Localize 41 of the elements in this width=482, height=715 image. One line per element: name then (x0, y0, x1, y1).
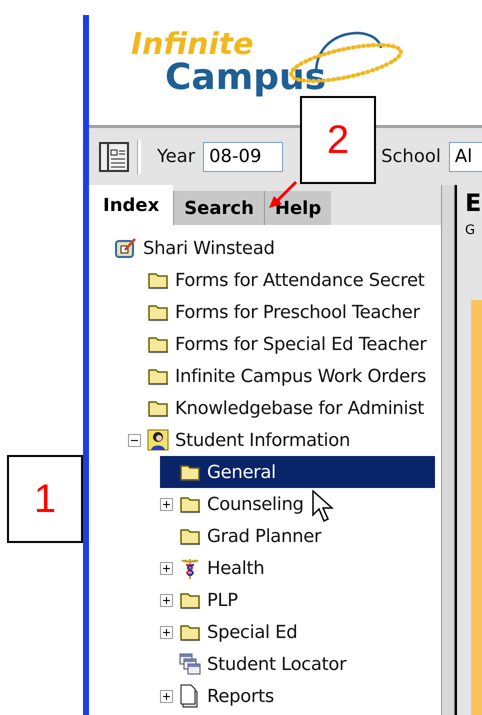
tree-item[interactable]: Infinite Campus Work Orders (128, 360, 441, 392)
card-icon[interactable] (99, 142, 129, 172)
tree-item[interactable]: Counseling (160, 488, 441, 520)
expand-icon[interactable] (160, 690, 173, 702)
collapse-icon[interactable] (128, 434, 141, 446)
school-field[interactable]: Al (448, 142, 482, 172)
tree-item[interactable]: Forms for Preschool Teacher (128, 296, 441, 328)
person-icon (147, 429, 169, 451)
pane-heading: E (465, 189, 482, 217)
tree-item[interactable]: General (160, 456, 435, 488)
expand-icon[interactable] (160, 562, 173, 574)
year-label: Year (157, 146, 196, 167)
tree-item[interactable]: Student Locator (160, 648, 441, 680)
expand-icon[interactable] (160, 498, 173, 510)
tab[interactable]: Search (173, 191, 264, 225)
tree-item[interactable]: Shari Winstead (96, 232, 441, 264)
tree-item[interactable]: Health (160, 552, 441, 584)
logo-text: Infinite (131, 30, 254, 60)
school-label: School (381, 146, 441, 167)
callout-label: 1 (7, 455, 83, 543)
tree-item[interactable]: Forms for Special Ed Teacher (128, 328, 441, 360)
notepad-icon (115, 237, 137, 259)
tab[interactable]: Index (89, 185, 174, 225)
expand-icon[interactable] (160, 594, 173, 606)
tree-item[interactable]: Student Information (128, 424, 441, 456)
caduceus-icon (179, 556, 201, 580)
callout-label: 2 (300, 96, 376, 184)
tree-item[interactable]: Knowledgebase for Administ (128, 392, 441, 424)
tab[interactable]: Help (264, 191, 332, 225)
mouse-cursor-icon (312, 490, 334, 524)
tree-item[interactable]: Special Ed (160, 616, 441, 648)
year-field[interactable]: 08-09 (203, 142, 284, 172)
windows-icon (179, 653, 201, 675)
logo-text: Campus (165, 60, 326, 96)
tree-item[interactable]: PLP (160, 584, 441, 616)
tree-item[interactable]: Grad Planner (160, 520, 441, 552)
expand-icon[interactable] (160, 626, 173, 638)
tree-item[interactable]: Forms for Attendance Secret (128, 264, 441, 296)
tree-item[interactable]: Reports (160, 680, 441, 712)
scrollbar[interactable] (441, 185, 455, 715)
pane-text: G (465, 223, 476, 238)
